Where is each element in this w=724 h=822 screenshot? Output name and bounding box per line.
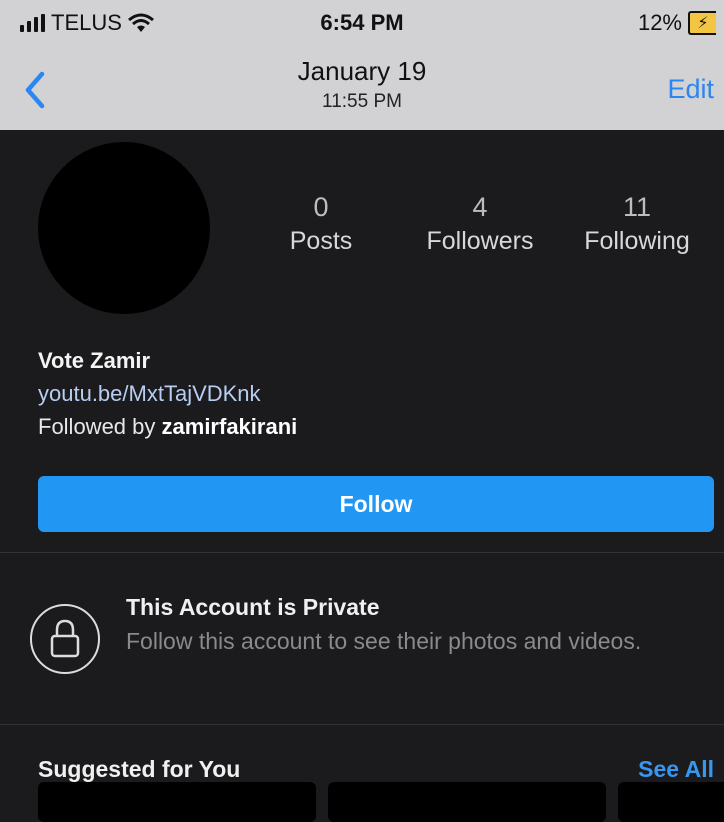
followed-by-user[interactable]: zamirfakirani [162,414,298,439]
battery-percent: 12% [637,10,682,35]
suggested-card[interactable] [618,782,724,822]
nav-title: January 19 11:55 PM [0,56,724,113]
stat-followers[interactable]: 4 Followers [410,192,550,256]
divider [0,724,724,725]
photo-time: 11:55 PM [322,91,402,112]
followers-label: Followers [426,227,534,255]
posts-count: 0 [313,192,329,222]
suggested-card[interactable] [328,782,606,822]
stat-following[interactable]: 11 Following [570,192,704,256]
divider [0,552,724,553]
avatar[interactable] [38,142,210,314]
follow-button[interactable]: Follow [38,476,714,532]
status-time: 6:54 PM [320,10,404,35]
edit-button[interactable]: Edit [667,74,714,105]
followed-by[interactable]: Followed by zamirfakirani [38,410,297,443]
following-label: Following [584,227,690,255]
suggested-card[interactable] [38,782,316,822]
profile-name: Vote Zamir [38,348,151,373]
profile-link[interactable]: youtu.be/MxtTajVDKnk [38,377,297,410]
photo-date: January 19 [297,56,427,86]
stat-posts[interactable]: 0 Posts [276,192,366,256]
battery-charging-icon: ⚡ [688,11,716,35]
followers-count: 4 [472,192,488,222]
lock-icon [30,604,100,674]
bio: Vote Zamir youtu.be/MxtTajVDKnk Followed… [38,344,297,443]
photo-header: TELUS 6:54 PM 12% ⚡ January 19 11:55 PM … [0,0,724,130]
private-title: This Account is Private [126,594,380,620]
followed-by-prefix: Followed by [38,414,162,439]
suggested-title: Suggested for You [38,756,241,782]
posts-label: Posts [289,227,353,255]
see-all-button[interactable]: See All [638,756,714,783]
following-count: 11 [622,192,652,222]
private-subtitle: Follow this account to see their photos … [126,628,642,654]
status-right: 12% ⚡ [638,10,716,36]
